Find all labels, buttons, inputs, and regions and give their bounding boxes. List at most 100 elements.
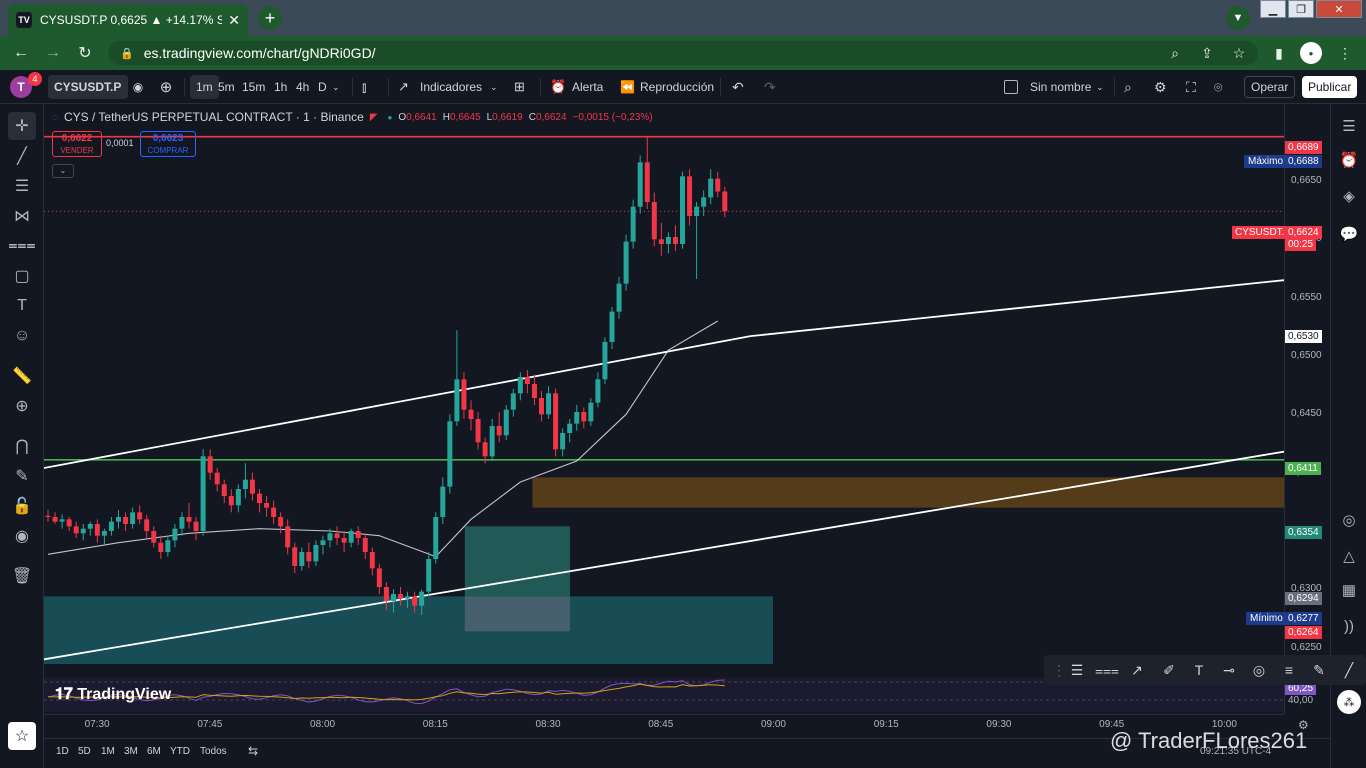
horizontal-ray-icon[interactable]: ⊸ bbox=[1218, 659, 1240, 681]
reload-icon[interactable]: ↻ bbox=[70, 38, 100, 68]
parallel-channel-icon[interactable]: ☰ bbox=[8, 172, 36, 200]
buy-button[interactable]: 0,6623 COMPRAR bbox=[140, 131, 196, 157]
layers-icon[interactable]: ◈ bbox=[1337, 184, 1361, 208]
range-button-todos[interactable]: Todos bbox=[200, 746, 227, 757]
candle-91 bbox=[687, 169, 693, 226]
layout-checkbox-icon[interactable] bbox=[1004, 80, 1018, 94]
lock-drawings-icon[interactable]: 🔓 bbox=[8, 492, 36, 520]
trade-button[interactable]: Operar bbox=[1244, 76, 1296, 98]
text-tool-float-icon[interactable]: T bbox=[1188, 659, 1210, 681]
undo-icon[interactable]: ↶ bbox=[732, 75, 744, 99]
candle-body-26 bbox=[228, 496, 234, 506]
candle-46 bbox=[369, 547, 375, 576]
favorites-star-icon[interactable]: ☆ bbox=[8, 722, 36, 750]
candle-body-62 bbox=[482, 442, 488, 457]
candle-body-30 bbox=[257, 493, 262, 503]
profile-avatar-icon[interactable]: ● bbox=[1300, 42, 1322, 64]
add-symbol-icon[interactable]: ⊕ bbox=[156, 75, 176, 99]
target-icon[interactable]: ◎ bbox=[1337, 508, 1361, 532]
magnet-icon[interactable]: ⋂ bbox=[8, 432, 36, 460]
new-tab-button[interactable]: + bbox=[258, 6, 282, 30]
ideas-icon[interactable]: △ bbox=[1337, 544, 1361, 568]
indicators-button[interactable]: Indicadores bbox=[420, 75, 482, 99]
candle-7 bbox=[94, 519, 100, 543]
interval-d[interactable]: D bbox=[312, 75, 333, 99]
range-button-1d[interactable]: 1D bbox=[56, 746, 69, 757]
channel-tool-icon[interactable]: ☰ bbox=[1066, 659, 1088, 681]
fib-tool-icon[interactable]: ⩶ bbox=[1095, 659, 1119, 681]
browser-menu-icon[interactable]: ⋮ bbox=[1334, 41, 1356, 65]
interval-dropdown-icon[interactable]: ⌄ bbox=[332, 75, 340, 99]
candles-icon[interactable]: ⫾ bbox=[362, 75, 366, 99]
bookmark-star-icon[interactable]: ☆ bbox=[1228, 41, 1250, 65]
quick-search-icon[interactable]: ⌕ bbox=[1124, 75, 1132, 99]
alert-button[interactable]: Alerta bbox=[572, 75, 603, 99]
symbol-search-button[interactable]: CYSUSDT.P bbox=[48, 75, 128, 99]
crosshair-icon[interactable]: ✛ bbox=[8, 112, 36, 140]
range-button-ytd[interactable]: YTD bbox=[170, 746, 190, 757]
price-chart[interactable] bbox=[44, 104, 1284, 714]
range-button-6m[interactable]: 6M bbox=[147, 746, 161, 757]
compare-eye-icon[interactable]: ◉ bbox=[128, 75, 148, 99]
publish-button[interactable]: Publicar bbox=[1302, 76, 1358, 98]
emoji-icon[interactable]: ☺ bbox=[8, 322, 36, 350]
streams-icon[interactable]: )) bbox=[1337, 614, 1361, 638]
layout-name-button[interactable]: Sin nombre bbox=[1030, 75, 1091, 99]
indicators-dropdown-icon[interactable]: ⌄ bbox=[490, 75, 498, 99]
share-icon[interactable]: ⇪ bbox=[1196, 41, 1218, 65]
range-button-3m[interactable]: 3M bbox=[124, 746, 138, 757]
replay-button[interactable]: Reproducción bbox=[640, 75, 714, 99]
url-field[interactable]: 🔒 es.tradingview.com/chart/gNDRi0GD/ bbox=[108, 41, 1258, 65]
trash-icon[interactable]: 🗑 bbox=[8, 562, 36, 590]
circle-tool-icon[interactable]: ◎ bbox=[1248, 659, 1270, 681]
line-tool-icon[interactable]: ╱ bbox=[1338, 659, 1360, 681]
address-bar: ← → ↻ 🔒 es.tradingview.com/chart/gNDRi0G… bbox=[0, 36, 1366, 70]
range-button-1m[interactable]: 1M bbox=[101, 746, 115, 757]
alerts-clock-icon[interactable]: ⏰ bbox=[1337, 148, 1361, 172]
camera-snapshot-icon[interactable]: ⌾ bbox=[1214, 75, 1222, 99]
zoom-icon[interactable]: ⌕ bbox=[1164, 41, 1186, 65]
range-button-5d[interactable]: 5D bbox=[78, 746, 91, 757]
price-label-red-low: 0,6264 bbox=[1285, 626, 1322, 639]
layout-dropdown-icon[interactable]: ⌄ bbox=[1096, 75, 1104, 99]
tab-search-icon[interactable]: ▼ bbox=[1226, 6, 1250, 30]
sell-button[interactable]: 0,6622 VENDER bbox=[52, 131, 102, 157]
trend-line-icon[interactable]: ╱ bbox=[8, 142, 36, 170]
collapse-legend-icon[interactable]: ⌄ bbox=[52, 164, 74, 178]
redo-icon[interactable]: ↷ bbox=[764, 75, 776, 99]
interval-15m[interactable]: 15m bbox=[236, 75, 271, 99]
candle-body-38 bbox=[313, 545, 319, 562]
back-icon[interactable]: ← bbox=[6, 38, 36, 68]
minimo-label: Mínimo bbox=[1246, 612, 1287, 625]
help-icon[interactable]: ⁂ bbox=[1337, 690, 1361, 714]
minimize-icon[interactable]: ▁ bbox=[1260, 0, 1286, 18]
lines-tool-icon[interactable]: ≡ bbox=[1278, 659, 1300, 681]
templates-grid-icon[interactable]: ⊞ bbox=[514, 75, 525, 99]
symbol-title[interactable]: CYS / TetherUS PERPETUAL CONTRACT · 1 · … bbox=[64, 110, 364, 124]
date-range-icon[interactable]: ⇆ bbox=[248, 744, 258, 758]
pitchfork-icon[interactable]: ⋈ bbox=[8, 202, 36, 230]
close-tab-icon[interactable]: ✕ bbox=[228, 12, 240, 29]
forward-icon[interactable]: → bbox=[38, 38, 68, 68]
sidebar-icon[interactable]: ▮ bbox=[1268, 41, 1290, 65]
maximize-icon[interactable]: ❐ bbox=[1288, 0, 1314, 18]
arrow-tool-icon[interactable]: ↗ bbox=[1126, 659, 1148, 681]
brush-tool-icon[interactable]: ✐ bbox=[1158, 659, 1180, 681]
candle-55 bbox=[433, 512, 439, 564]
browser-tab[interactable]: TV CYSUSDT.P 0,6625 ▲ +14.17% Sin ✕ bbox=[8, 4, 248, 36]
rectangle-icon[interactable]: ▢ bbox=[8, 262, 36, 290]
hide-drawings-eye-icon[interactable]: ◉ bbox=[8, 522, 36, 550]
fib-retracement-icon[interactable]: ⩶ bbox=[8, 232, 36, 260]
close-window-icon[interactable]: ✕ bbox=[1316, 0, 1362, 18]
ruler-icon[interactable]: 📏 bbox=[8, 362, 36, 390]
text-tool-icon[interactable]: T bbox=[8, 292, 36, 320]
calendar-icon[interactable]: ▦ bbox=[1337, 578, 1361, 602]
fullscreen-icon[interactable]: ⛶ bbox=[1186, 75, 1196, 99]
chat-icon[interactable]: 💬 bbox=[1337, 222, 1361, 246]
settings-gear-icon[interactable]: ⚙ bbox=[1154, 75, 1167, 99]
pen-tool-icon[interactable]: ✎ bbox=[1308, 659, 1330, 681]
candle-56 bbox=[440, 477, 446, 524]
keep-drawing-icon[interactable]: ✎ bbox=[8, 462, 36, 490]
zoom-in-icon[interactable]: ⊕ bbox=[8, 392, 36, 420]
watchlist-icon[interactable]: ☰ bbox=[1337, 114, 1361, 138]
